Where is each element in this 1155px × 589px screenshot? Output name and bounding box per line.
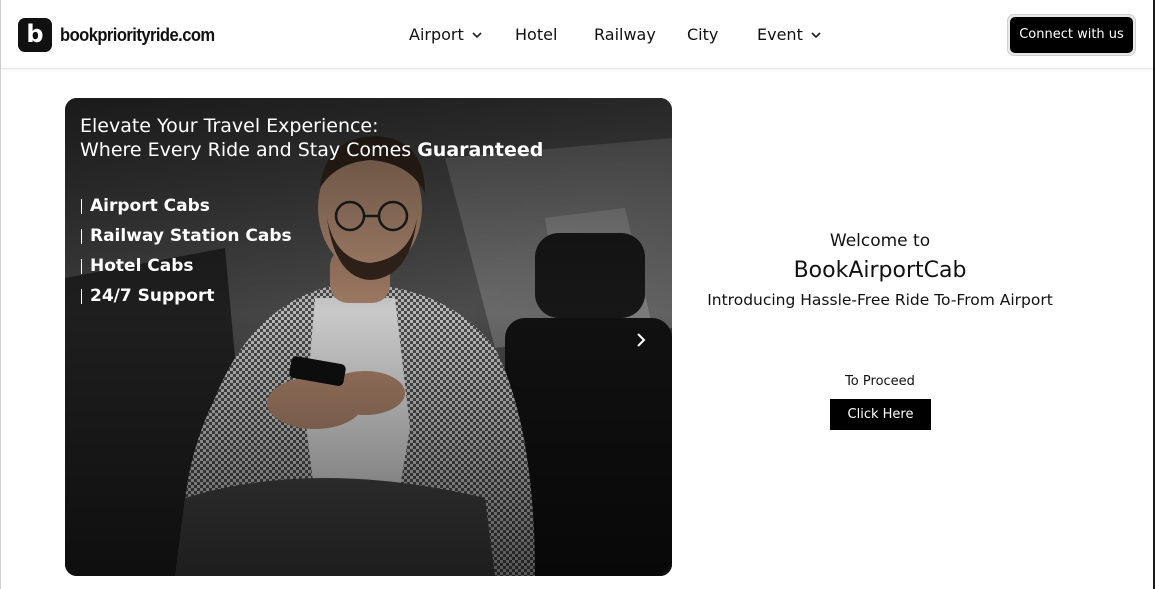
click-here-button[interactable]: Click Here bbox=[830, 399, 931, 430]
feature-divider bbox=[81, 198, 82, 214]
welcome-tagline: Introducing Hassle-Free Ride To-From Air… bbox=[707, 291, 1053, 309]
feature-item: Airport Cabs bbox=[81, 191, 292, 221]
feature-divider bbox=[81, 288, 82, 304]
hero-headline-line2: Where Every Ride and Stay Comes Guarante… bbox=[80, 138, 543, 162]
hero-banner: Elevate Your Travel Experience: Where Ev… bbox=[65, 98, 672, 576]
hero-feature-list: Airport Cabs Railway Station Cabs Hotel … bbox=[81, 191, 292, 311]
feature-label: Hotel Cabs bbox=[90, 256, 194, 276]
hero-headline: Elevate Your Travel Experience: Where Ev… bbox=[80, 114, 543, 162]
feature-item: Railway Station Cabs bbox=[81, 221, 292, 251]
nav-event-label: Event bbox=[757, 25, 803, 44]
nav-railway[interactable]: Railway bbox=[594, 27, 656, 43]
feature-label: 24/7 Support bbox=[90, 286, 215, 306]
chevron-down-icon bbox=[472, 32, 482, 39]
chevron-right-icon[interactable] bbox=[631, 330, 651, 350]
hero-headline-emphasis: Guaranteed bbox=[417, 139, 544, 161]
site-name: bookpriorityride.com bbox=[60, 24, 215, 45]
feature-label: Airport Cabs bbox=[90, 196, 210, 216]
connect-button[interactable]: Connect with us bbox=[1010, 17, 1133, 53]
feature-divider bbox=[81, 258, 82, 274]
logo-letter: b bbox=[26, 20, 44, 48]
chevron-down-icon bbox=[811, 32, 821, 39]
site-logo[interactable]: b bookpriorityride.com bbox=[18, 18, 228, 52]
feature-divider bbox=[81, 228, 82, 244]
nav-airport-label: Airport bbox=[409, 25, 464, 44]
feature-item: 24/7 Support bbox=[81, 281, 292, 311]
nav-railway-label: Railway bbox=[594, 25, 656, 44]
hero-headline-line2-text: Where Every Ride and Stay Comes bbox=[80, 139, 418, 161]
welcome-brand-title: BookAirportCab bbox=[793, 258, 967, 283]
feature-item: Hotel Cabs bbox=[81, 251, 292, 281]
nav-hotel[interactable]: Hotel bbox=[515, 27, 557, 43]
proceed-label: To Proceed bbox=[845, 374, 915, 389]
nav-airport[interactable]: Airport bbox=[409, 27, 483, 43]
logo-icon: b bbox=[18, 18, 52, 52]
hero-headline-line1: Elevate Your Travel Experience: bbox=[80, 115, 379, 137]
feature-label: Railway Station Cabs bbox=[90, 226, 292, 246]
welcome-greeting: Welcome to bbox=[829, 231, 931, 251]
hero-photo bbox=[65, 98, 672, 576]
top-navbar: b bookpriorityride.com Airport Hotel Rai… bbox=[1, 0, 1153, 69]
nav-city[interactable]: City bbox=[687, 27, 718, 43]
connect-button-focus-ring: Connect with us bbox=[1007, 14, 1136, 56]
nav-city-label: City bbox=[687, 25, 719, 44]
nav-event[interactable]: Event bbox=[757, 27, 822, 43]
nav-hotel-label: Hotel bbox=[515, 25, 558, 44]
